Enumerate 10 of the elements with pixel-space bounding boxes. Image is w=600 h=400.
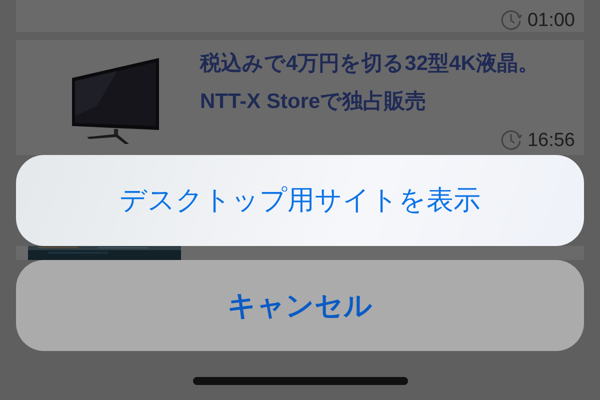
article-card[interactable] xyxy=(16,246,584,260)
article-card[interactable]: 01:00 xyxy=(16,0,584,32)
cancel-button[interactable]: キャンセル xyxy=(16,260,584,351)
article-card[interactable]: 税込みで4万円を切る32型4K液晶。NTT-X Storeで独占販売 16:56 xyxy=(16,40,584,155)
clock-icon xyxy=(499,8,524,32)
action-button[interactable]: デスクトップ用サイトを表示 xyxy=(16,155,584,246)
article-time: 16:56 xyxy=(527,130,575,150)
article-title[interactable]: 税込みで4万円を切る32型4K液晶。NTT-X Storeで独占販売 xyxy=(181,42,546,121)
article-time: 01:00 xyxy=(527,10,575,30)
clock-icon xyxy=(499,128,524,152)
